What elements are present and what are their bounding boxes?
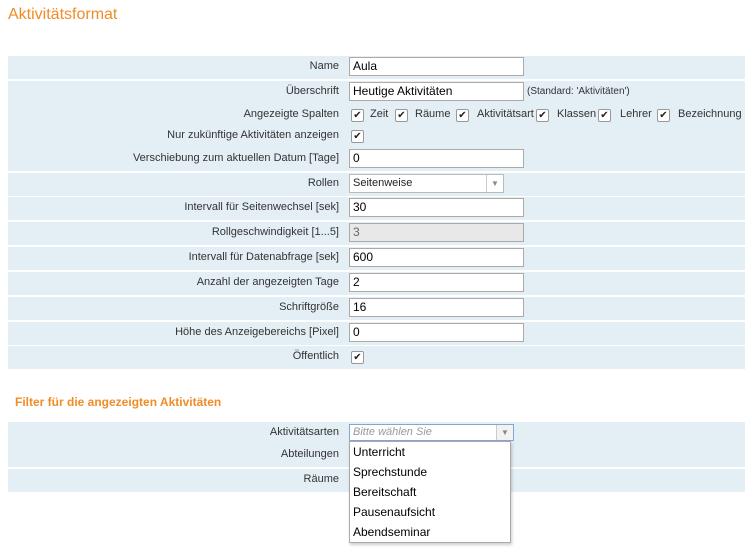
col-lehrer-label: Lehrer — [620, 108, 652, 120]
display-height-label: Höhe des Anzeigebereichs [Pixel] — [175, 326, 339, 338]
display-height-input[interactable]: 0 — [349, 323, 524, 342]
checkbox-bezeichnung[interactable]: ✔ — [657, 109, 670, 122]
row-public: Öffentlich ✔ — [8, 346, 745, 369]
checkbox-klassen[interactable]: ✔ — [536, 109, 549, 122]
dropdown-option[interactable]: Bereitschaft — [350, 482, 510, 502]
checkbox-zeit[interactable]: ✔ — [351, 109, 364, 122]
public-label: Öffentlich — [292, 350, 339, 362]
scroll-select-value: Seitenweise — [353, 177, 413, 189]
checkbox-raeume[interactable]: ✔ — [395, 109, 408, 122]
fetch-interval-label: Intervall für Datenabfrage [sek] — [188, 251, 339, 263]
name-input[interactable]: Aula — [349, 57, 524, 76]
heading-input[interactable]: Heutige Aktivitäten — [349, 82, 524, 101]
row-scroll-speed: Rollgeschwindigkeit [1...5] 3 — [8, 222, 745, 245]
chevron-down-icon[interactable]: ▼ — [486, 175, 503, 192]
font-size-input[interactable]: 16 — [349, 298, 524, 317]
chevron-down-icon[interactable]: ▼ — [496, 425, 513, 440]
activity-types-label: Aktivitätsarten — [269, 426, 339, 438]
row-offset: Verschiebung zum aktuellen Datum [Tage] … — [8, 148, 745, 171]
filter-section-title: Filter für die angezeigten Aktivitäten — [15, 395, 222, 409]
row-columns: Angezeigte Spalten ✔ Zeit ✔ Räume ✔ Akti… — [8, 104, 745, 127]
col-aktivitaetsart-label: Aktivitätsart — [477, 108, 534, 120]
page-title: Aktivitätsformat — [8, 6, 118, 23]
heading-hint: (Standard: 'Aktivitäten') — [527, 86, 630, 97]
heading-label: Überschrift — [285, 85, 339, 97]
col-bezeichnung-label: Bezeichnung — [678, 108, 742, 120]
offset-input[interactable]: 0 — [349, 149, 524, 168]
page-interval-label: Intervall für Seitenwechsel [sek] — [184, 201, 339, 213]
activity-types-select[interactable]: Bitte wählen Sie ▼ — [349, 424, 514, 441]
scroll-speed-input: 3 — [349, 223, 524, 242]
fetch-interval-input[interactable]: 600 — [349, 248, 524, 267]
scroll-speed-label: Rollgeschwindigkeit [1...5] — [211, 226, 339, 238]
row-page-interval: Intervall für Seitenwechsel [sek] 30 — [8, 197, 745, 220]
columns-label: Angezeigte Spalten — [243, 108, 339, 120]
name-label: Name — [309, 60, 339, 72]
scroll-select[interactable]: Seitenweise ▼ — [349, 174, 504, 193]
dropdown-option[interactable]: Sprechstunde — [350, 462, 510, 482]
row-future-only: Nur zukünftige Aktivitäten anzeigen ✔ — [8, 125, 745, 148]
row-name: Name Aula — [8, 56, 745, 79]
dropdown-option[interactable]: Unterricht — [350, 442, 510, 462]
col-zeit-label: Zeit — [370, 108, 389, 120]
font-size-label: Schriftgröße — [279, 301, 339, 313]
page-interval-input[interactable]: 30 — [349, 198, 524, 217]
days-label: Anzahl der angezeigten Tage — [196, 276, 339, 288]
offset-label: Verschiebung zum aktuellen Datum [Tage] — [132, 152, 339, 164]
activity-types-placeholder: Bitte wählen Sie — [353, 426, 432, 438]
checkbox-lehrer[interactable]: ✔ — [598, 109, 611, 122]
future-only-label: Nur zukünftige Aktivitäten anzeigen — [167, 129, 339, 141]
rooms-label: Räume — [303, 473, 339, 485]
days-input[interactable]: 2 — [349, 273, 524, 292]
checkbox-future-only[interactable]: ✔ — [351, 130, 364, 143]
row-scroll: Rollen Seitenweise ▼ — [8, 173, 745, 196]
row-fetch-interval: Intervall für Datenabfrage [sek] 600 — [8, 247, 745, 270]
checkbox-aktivitaetsart[interactable]: ✔ — [456, 109, 469, 122]
col-raeume-label: Räume — [415, 108, 451, 120]
checkbox-public[interactable]: ✔ — [351, 351, 364, 364]
row-heading: Überschrift Heutige Aktivitäten (Standar… — [8, 81, 745, 104]
scroll-label: Rollen — [307, 177, 339, 189]
col-klassen-label: Klassen — [557, 108, 597, 120]
dropdown-option[interactable]: Pausenaufsicht — [350, 502, 510, 522]
row-font-size: Schriftgröße 16 — [8, 297, 745, 320]
departments-label: Abteilungen — [280, 448, 339, 460]
row-display-height: Höhe des Anzeigebereichs [Pixel] 0 — [8, 322, 745, 345]
dropdown-option[interactable]: Abendseminar — [350, 522, 510, 542]
activity-types-dropdown: Unterricht Sprechstunde Bereitschaft Pau… — [349, 441, 511, 543]
row-days: Anzahl der angezeigten Tage 2 — [8, 272, 745, 295]
